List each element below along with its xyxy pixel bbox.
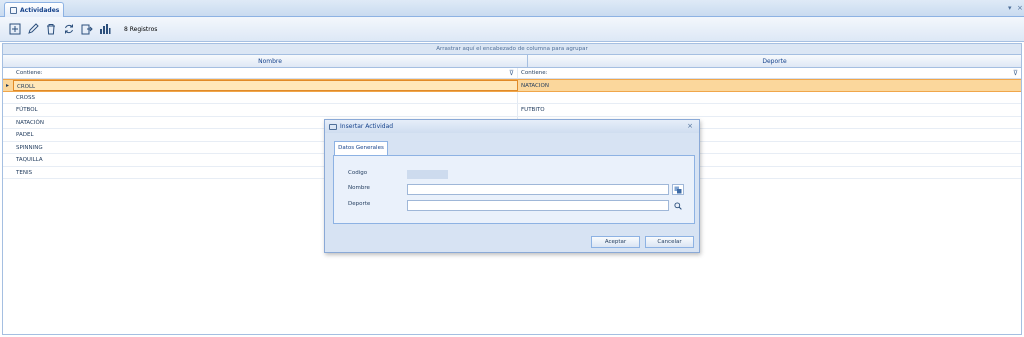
deporte-input[interactable] [407, 200, 669, 211]
filter-nombre[interactable]: Contiene: ⊽ [13, 68, 518, 78]
pencil-icon [28, 23, 39, 34]
add-icon [9, 23, 21, 35]
nombre-label: Nombre [348, 185, 370, 191]
column-headers: Nombre Deporte [3, 55, 1021, 68]
refresh-button[interactable] [62, 22, 76, 36]
deporte-label: Deporte [348, 201, 371, 207]
filter-deporte-label: Contiene: [521, 70, 548, 76]
trash-icon [47, 24, 55, 35]
close-tab-icon[interactable]: × [1017, 4, 1023, 12]
cell-nombre[interactable]: CROLL [13, 80, 518, 91]
cell-nombre[interactable]: CROSS [13, 91, 518, 103]
filter-deporte[interactable]: Contiene: ⊽ [518, 68, 1021, 78]
column-header-deporte[interactable]: Deporte [528, 55, 1021, 67]
insert-activity-dialog: Insertar Actividad × Datos Generales Cod… [324, 119, 700, 253]
filter-icon[interactable]: ⊽ [509, 68, 514, 79]
nombre-input[interactable] [407, 184, 669, 195]
chart-icon [100, 24, 111, 34]
activity-icon [10, 6, 17, 14]
cell-deporte[interactable] [518, 92, 1021, 104]
dialog-app-icon [329, 123, 337, 130]
add-button[interactable] [8, 22, 22, 36]
group-by-panel[interactable]: Arrastrar aquí el encabezado de columna … [3, 44, 1021, 55]
search-icon [674, 201, 682, 210]
report-button[interactable] [98, 22, 112, 36]
datos-generales-panel: Codigo Nombre Deporte [333, 155, 695, 224]
edit-button[interactable] [26, 22, 40, 36]
filter-icon[interactable]: ⊽ [1013, 68, 1018, 79]
codigo-field [407, 170, 448, 179]
filter-nombre-label: Contiene: [16, 70, 43, 76]
dialog-title: Insertar Actividad [340, 123, 394, 130]
export-icon [81, 24, 93, 35]
cancel-button[interactable]: Cancelar [645, 236, 694, 248]
tab-datos-generales[interactable]: Datos Generales [334, 141, 388, 155]
translate-button[interactable] [672, 184, 684, 195]
record-count: 8 Registros [124, 25, 158, 33]
refresh-icon [65, 24, 73, 34]
tab-label: Actividades [20, 6, 60, 14]
cell-nombre[interactable]: FÚTBOL [13, 104, 518, 116]
column-header-nombre[interactable]: Nombre [13, 55, 528, 67]
close-icon[interactable]: × [687, 122, 693, 130]
export-button[interactable] [80, 22, 94, 36]
delete-button[interactable] [44, 22, 58, 36]
dropdown-icon[interactable]: ▾ [1008, 4, 1012, 12]
accept-button[interactable]: Aceptar [591, 236, 640, 248]
dialog-title-bar[interactable]: Insertar Actividad × [325, 120, 699, 133]
toolbar: 8 Registros [0, 17, 1024, 42]
filter-row: Contiene: ⊽ Contiene: ⊽ [3, 68, 1021, 79]
document-tab-bar: Actividades ▾ × [0, 0, 1024, 17]
table-row[interactable]: ▸ CROLL NATACION [3, 79, 1021, 92]
cell-deporte[interactable]: NATACION [518, 80, 1021, 91]
codigo-label: Codigo [348, 170, 368, 176]
table-row[interactable]: FÚTBOL FUTBITO [3, 104, 1021, 117]
tab-actividades[interactable]: Actividades [4, 2, 64, 17]
row-focus-indicator-icon: ▸ [6, 82, 10, 89]
cell-deporte[interactable]: FUTBITO [518, 104, 1021, 116]
table-row[interactable]: CROSS [3, 91, 1021, 104]
language-icon [674, 186, 682, 193]
search-button[interactable] [672, 200, 684, 211]
